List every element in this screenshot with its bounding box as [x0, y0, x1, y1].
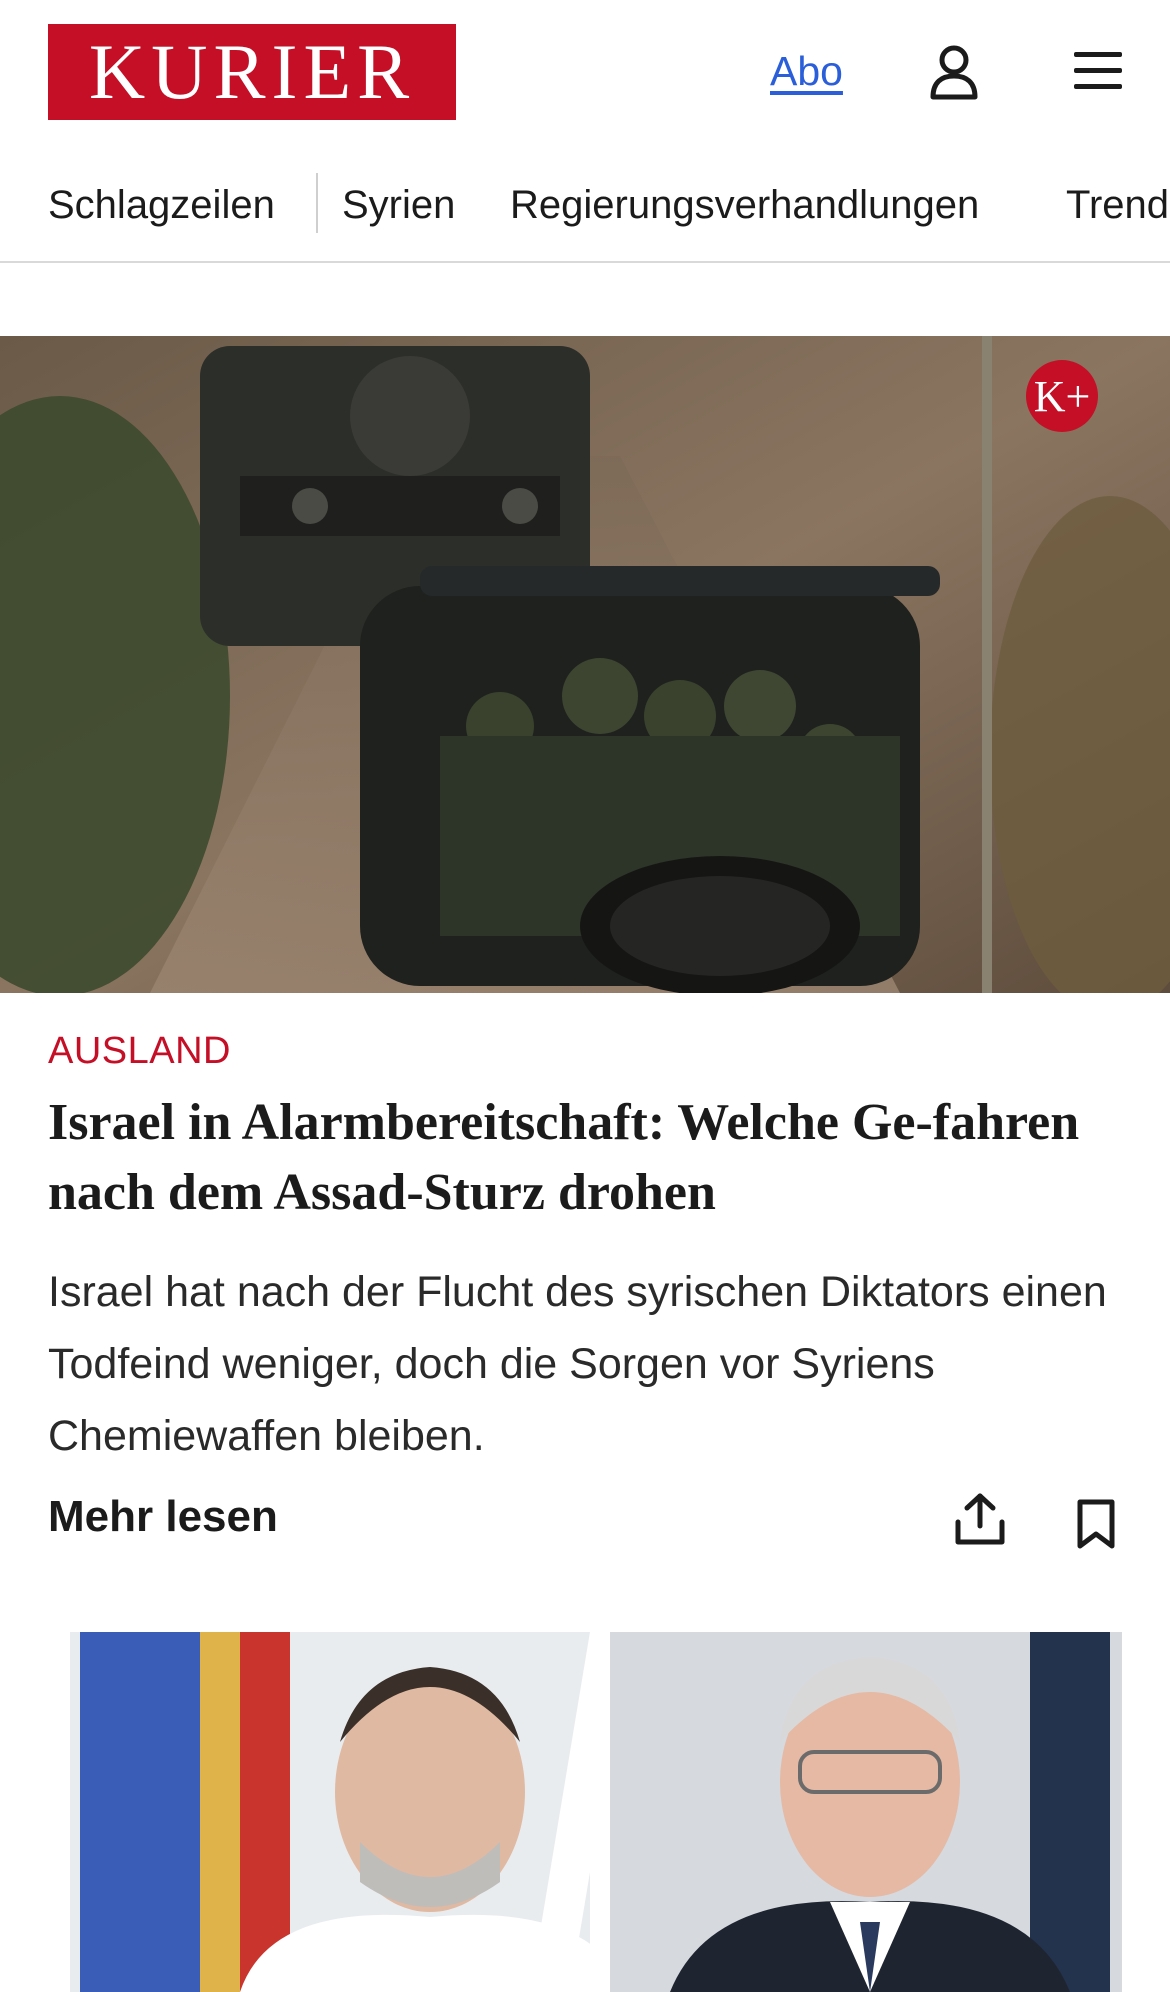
article-headline[interactable]: Israel in Alarmbereitschaft: Welche Ge-f… — [48, 1088, 1108, 1228]
nav-item-trend[interactable]: Trend — [1066, 183, 1169, 228]
kurier-logo[interactable]: KURIER — [48, 24, 456, 120]
premium-badge-text: K+ — [1033, 371, 1091, 421]
hamburger-menu-icon[interactable] — [1072, 48, 1124, 94]
share-icon[interactable] — [954, 1492, 1006, 1548]
site-header: KURIER Abo — [0, 0, 1170, 145]
read-more-link[interactable]: Mehr lesen — [48, 1492, 278, 1542]
bookmark-icon[interactable] — [1072, 1498, 1120, 1550]
second-article-image[interactable] — [70, 1632, 1122, 1992]
article-teaser: Israel hat nach der Flucht des syrischen… — [48, 1268, 1107, 1460]
user-icon[interactable] — [928, 44, 980, 100]
nav-item-syrien[interactable]: Syrien — [342, 183, 455, 228]
nav-item-regierungsverhandlungen[interactable]: Regierungsverhandlungen — [510, 183, 979, 228]
article-category[interactable]: AUSLAND — [48, 1030, 231, 1073]
nav-divider — [316, 173, 318, 233]
logo-text: KURIER — [88, 28, 416, 115]
abo-link[interactable]: Abo — [770, 48, 843, 95]
premium-badge: K+ — [1026, 360, 1098, 432]
hero-image[interactable] — [0, 336, 1170, 993]
topic-nav: Schlagzeilen Syrien Regierungsverhandlun… — [0, 145, 1170, 263]
nav-item-schlagzeilen[interactable]: Schlagzeilen — [48, 183, 275, 228]
